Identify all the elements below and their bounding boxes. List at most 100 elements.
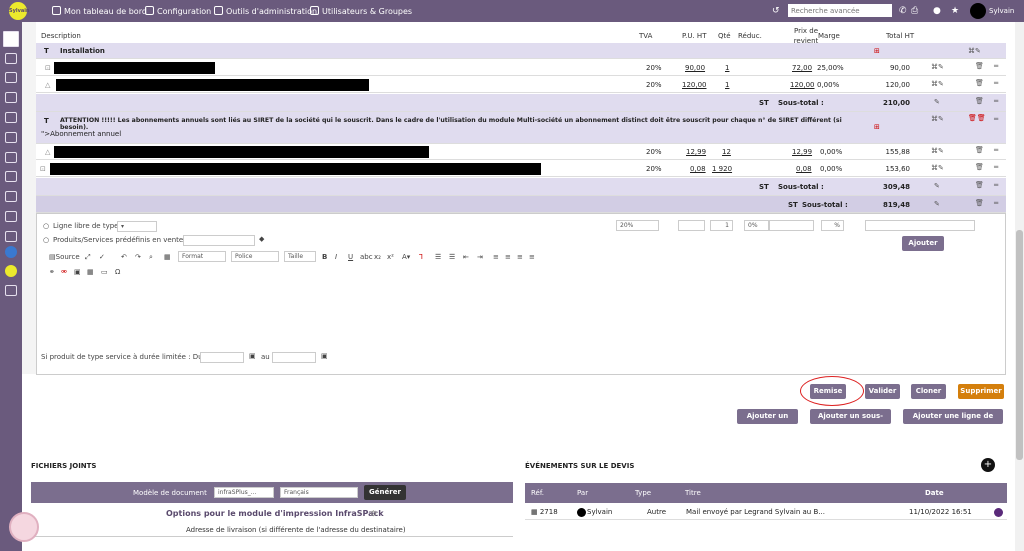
edit-icon[interactable]: ⌘✎ <box>931 147 944 155</box>
text-color-icon[interactable]: A▾ <box>402 253 410 261</box>
strike-icon[interactable]: abc <box>360 253 373 261</box>
delete-icon[interactable]: ⊞ <box>874 123 880 131</box>
edit-icon[interactable]: ⌘✎ <box>931 80 944 88</box>
add-event-button[interactable]: + <box>981 458 995 472</box>
sidebar-hr-icon[interactable] <box>5 191 17 202</box>
col-total[interactable]: Total HT <box>886 32 914 40</box>
cell-qte[interactable]: 1 <box>725 64 729 72</box>
valider-button[interactable]: Valider <box>865 384 900 399</box>
supprimer-button[interactable]: Supprimer <box>958 384 1004 399</box>
special-char-icon[interactable]: Ω <box>115 268 120 276</box>
align-center-icon[interactable]: ≡ <box>505 253 511 261</box>
calendar-icon[interactable]: ▣ <box>321 352 328 360</box>
col-tva[interactable]: TVA <box>639 32 652 40</box>
drag-handle-icon[interactable]: ═ <box>994 181 998 189</box>
nav-configuration[interactable]: Configuration <box>145 6 211 16</box>
cell-pu[interactable]: 120,00 <box>682 81 707 89</box>
sidebar-module-icon[interactable] <box>5 265 17 277</box>
sidebar-orgchart-icon[interactable] <box>5 92 17 103</box>
marge-input[interactable]: % <box>821 220 844 231</box>
underline-icon[interactable]: U <box>348 253 353 261</box>
search-input[interactable] <box>788 4 892 17</box>
sidebar-billing-icon[interactable] <box>5 132 17 143</box>
drag-handle-icon[interactable]: ═ <box>994 79 998 87</box>
image-icon[interactable]: ▣ <box>74 268 81 276</box>
col-par[interactable]: Par <box>577 489 588 497</box>
tva-select[interactable]: 20% <box>616 220 659 231</box>
calendar-icon[interactable]: ▣ <box>249 352 256 360</box>
sidebar-tickets-icon[interactable] <box>5 231 17 242</box>
cell-prix[interactable]: 12,99 <box>792 148 812 156</box>
cloner-button[interactable]: Cloner <box>911 384 946 399</box>
sidebar-home-icon[interactable] <box>3 31 19 47</box>
phone-icon[interactable]: ✆ <box>899 6 907 16</box>
bold-icon[interactable]: B <box>322 253 327 261</box>
undo-icon[interactable]: ↶ <box>121 253 127 261</box>
delivery-address-select[interactable]: Adresse de livraison (si différente de l… <box>31 525 513 537</box>
star-icon[interactable]: ★ <box>951 6 959 16</box>
col-date[interactable]: Date <box>925 489 944 497</box>
trash-icon[interactable]: 🗑 <box>975 79 984 87</box>
cell-prix[interactable]: 72,00 <box>792 64 812 72</box>
indent-icon[interactable]: ⇥ <box>477 253 483 261</box>
radio-free-line[interactable]: ○ <box>43 222 49 230</box>
outdent-icon[interactable]: ⇤ <box>463 253 469 261</box>
add-subtotal-button[interactable]: Ajouter un sous-total <box>810 409 891 435</box>
col-puht[interactable]: P.U. HT <box>682 32 706 40</box>
language-select[interactable]: Français <box>280 487 358 498</box>
col-titre[interactable]: Titre <box>685 489 701 497</box>
sidebar-tools-icon[interactable] <box>5 285 17 296</box>
drag-handle-icon[interactable]: ═ <box>994 97 998 105</box>
generate-button[interactable]: Générer <box>364 485 406 500</box>
sidebar-product-icon[interactable] <box>5 72 17 83</box>
trash-icon[interactable]: 🗑 <box>975 163 984 171</box>
settings-icon[interactable]: ⚙ <box>370 509 377 518</box>
edit-icon[interactable]: ✎ <box>934 182 940 190</box>
drag-handle-icon[interactable]: ═ <box>994 163 998 171</box>
italic-icon[interactable]: I <box>335 253 337 261</box>
event-title[interactable]: Mail envoyé par Legrand Sylvain au B... <box>686 508 825 516</box>
avatar[interactable] <box>970 3 986 19</box>
add-title-button[interactable]: Ajouter un titre <box>737 409 798 435</box>
col-reduc[interactable]: Réduc. <box>738 32 762 40</box>
scrollbar-thumb[interactable] <box>1016 230 1023 460</box>
sidebar-globe-icon[interactable] <box>5 246 17 258</box>
sidebar-company-icon[interactable] <box>5 53 17 64</box>
cell-qte[interactable]: 12 <box>722 148 731 156</box>
product-icon[interactable]: ◆ <box>259 235 264 243</box>
trash-icon[interactable]: 🗑🗑 <box>968 114 986 122</box>
cell-prix[interactable]: 0,08 <box>796 165 812 173</box>
hr-icon[interactable]: ▭ <box>101 268 108 276</box>
bullet-list-icon[interactable]: ☰ <box>449 253 455 261</box>
add-line-button[interactable]: Ajouter <box>902 236 944 251</box>
nav-dashboard[interactable]: Mon tableau de bord <box>52 6 147 16</box>
spellcheck-icon[interactable]: ✓ <box>99 253 105 261</box>
find-icon[interactable]: ⌕ <box>149 253 153 262</box>
numbered-list-icon[interactable]: ☰ <box>435 253 441 261</box>
redo-icon[interactable]: ↷ <box>135 253 141 261</box>
col-marge[interactable]: Marge <box>818 32 840 40</box>
qty-input[interactable]: 1 <box>710 220 733 231</box>
col-ref[interactable]: Réf. <box>531 489 544 497</box>
print-icon[interactable]: ⎙ <box>911 6 918 16</box>
drag-handle-icon[interactable]: ═ <box>994 115 998 123</box>
col-qte[interactable]: Qté <box>718 32 731 40</box>
event-ref[interactable]: ▦ 2718 <box>531 508 558 516</box>
col-description[interactable]: Description <box>41 32 81 40</box>
cell-prix[interactable]: 120,00 <box>790 81 815 89</box>
remove-format-icon[interactable]: Ꞁ <box>419 253 423 261</box>
select-all-icon[interactable]: ▦ <box>164 253 171 261</box>
trash-icon[interactable]: 🗑 <box>975 181 984 189</box>
help-icon[interactable]: ● <box>933 6 941 16</box>
subscript-icon[interactable]: x₂ <box>374 253 381 261</box>
unit-select[interactable] <box>865 220 975 231</box>
username[interactable]: Sylvain <box>989 7 1014 15</box>
format-select[interactable]: Format <box>178 251 226 262</box>
justify-icon[interactable]: ≡ <box>529 253 535 261</box>
trash-icon[interactable]: 🗑 <box>975 199 984 207</box>
app-logo[interactable]: Sylvain <box>9 2 29 20</box>
nav-admin-tools[interactable]: Outils d'administration <box>214 6 317 16</box>
cell-pu[interactable]: 12,99 <box>686 148 706 156</box>
font-select[interactable]: Police <box>231 251 279 262</box>
date-start-input[interactable] <box>200 352 244 363</box>
